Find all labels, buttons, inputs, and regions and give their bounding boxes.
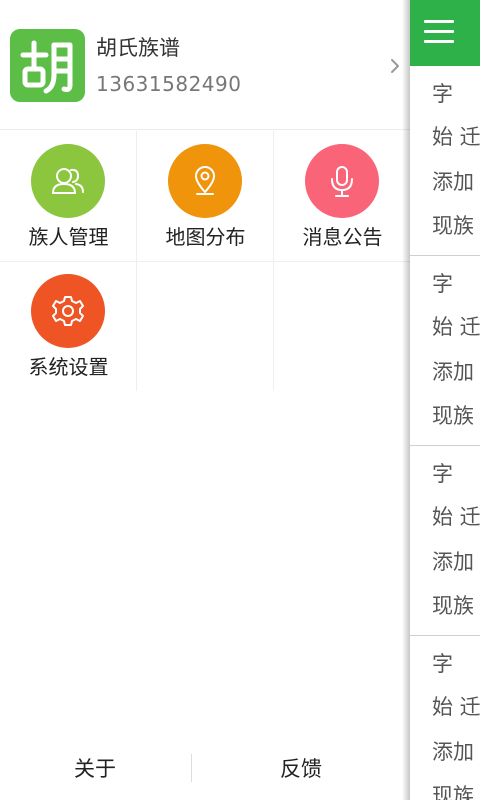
grid-item-label: 消息公告: [302, 225, 383, 249]
grid-item-label: 地图分布: [165, 225, 246, 249]
app-logo: [10, 29, 85, 102]
card-line: 添加: [432, 740, 474, 764]
card-line: 添加: [432, 360, 474, 384]
top-app-bar: [410, 0, 480, 66]
navigation-drawer: 胡氏族谱 13631582490 族人管理 地图分布 消息公告 系统设置 关于 …: [0, 0, 410, 800]
main-content: 字 始 迁 添加 现族 字 始 迁 添加 现族 字 始 迁 添加 现族 字 始 …: [410, 0, 480, 800]
grid-item-system-settings[interactable]: 系统设置: [0, 261, 137, 391]
card-line: 始 迁: [432, 505, 480, 529]
drawer-footer: 关于 反馈: [0, 738, 410, 800]
menu-icon[interactable]: [424, 20, 454, 44]
grid-item-map-distribution[interactable]: 地图分布: [137, 131, 274, 261]
card-line: 始 迁: [432, 695, 480, 719]
list-item[interactable]: 字 始 迁 添加 现族: [410, 636, 480, 800]
grid-item-label: 系统设置: [28, 355, 109, 379]
card-line: 现族: [432, 784, 474, 800]
card-line: 字: [432, 652, 453, 676]
card-line: 字: [432, 82, 453, 106]
list-item[interactable]: 字 始 迁 添加 现族: [410, 446, 480, 636]
card-line: 始 迁: [432, 315, 480, 339]
profile-header[interactable]: 胡氏族谱 13631582490: [0, 0, 410, 130]
card-line: 字: [432, 462, 453, 486]
card-line: 现族: [432, 404, 474, 428]
list-item[interactable]: 字 始 迁 添加 现族: [410, 66, 480, 256]
gear-icon: [31, 274, 105, 348]
location-pin-icon: [168, 144, 242, 218]
footer-divider: [191, 754, 192, 782]
app-logo-glyph: [20, 40, 73, 94]
card-line: 添加: [432, 550, 474, 574]
people-icon: [31, 144, 105, 218]
grid-item-label: 族人管理: [28, 225, 109, 249]
grid-item-announcements[interactable]: 消息公告: [274, 131, 410, 261]
app-name: 胡氏族谱: [96, 36, 180, 60]
feedback-button[interactable]: 反馈: [206, 738, 396, 800]
user-phone: 13631582490: [96, 72, 242, 96]
feature-grid: 族人管理 地图分布 消息公告 系统设置: [0, 131, 410, 391]
card-line: 添加: [432, 170, 474, 194]
about-button[interactable]: 关于: [0, 738, 190, 800]
card-line: 字: [432, 272, 453, 296]
card-line: 现族: [432, 594, 474, 618]
card-line: 现族: [432, 214, 474, 238]
grid-item-member-management[interactable]: 族人管理: [0, 131, 137, 261]
microphone-icon: [305, 144, 379, 218]
card-line: 始 迁: [432, 125, 480, 149]
list-item[interactable]: 字 始 迁 添加 现族: [410, 256, 480, 446]
